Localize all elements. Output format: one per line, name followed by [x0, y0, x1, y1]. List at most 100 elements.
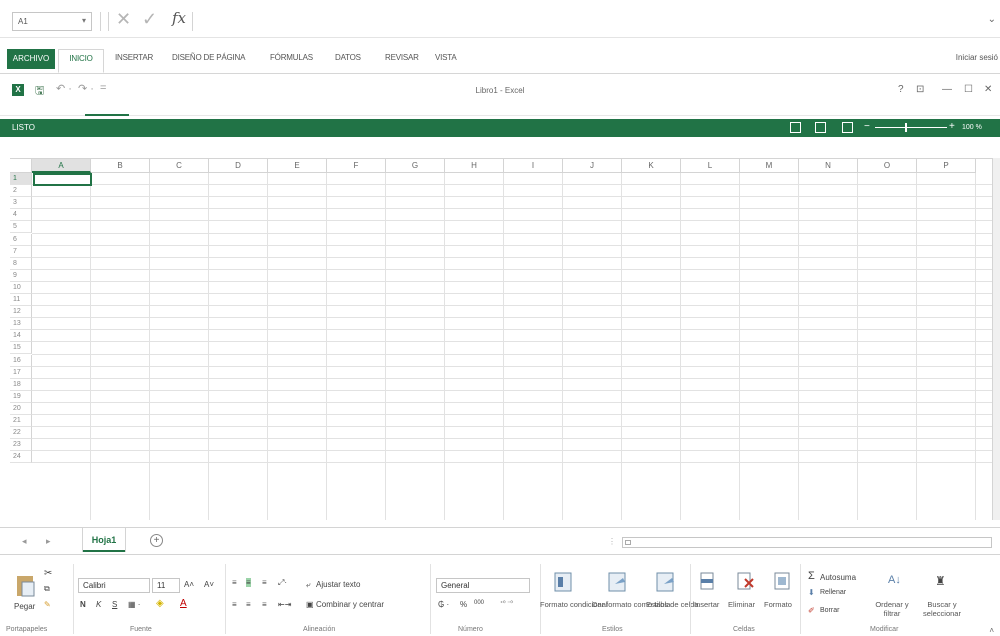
zoom-slider-thumb[interactable]	[905, 123, 907, 132]
wrap-text-icon[interactable]: ⤶	[306, 580, 310, 590]
row-header[interactable]: 10	[10, 281, 32, 294]
thousands-separator-button[interactable]: 000	[474, 600, 484, 606]
fill-button[interactable]: Rellenar	[820, 589, 846, 596]
row-header[interactable]: 19	[10, 390, 32, 403]
merge-icon[interactable]: ▣	[306, 600, 314, 609]
format-cells-icon[interactable]	[772, 570, 792, 594]
select-all-corner[interactable]	[10, 159, 32, 173]
align-right-icon[interactable]: ≡	[262, 600, 267, 609]
page-layout-view-icon[interactable]	[815, 122, 826, 133]
tab-revisar[interactable]: REVISAR	[385, 53, 419, 62]
row-header[interactable]: 4	[10, 209, 32, 222]
insert-cells-icon[interactable]	[698, 570, 718, 594]
row-header[interactable]: 13	[10, 318, 32, 331]
table-format-icon[interactable]	[607, 570, 629, 594]
column-header[interactable]: C	[150, 159, 209, 173]
bold-button[interactable]: N	[80, 600, 86, 609]
format-button[interactable]: Formato	[764, 600, 792, 609]
ribbon-display-options-icon[interactable]: ⊡	[916, 84, 924, 95]
row-header[interactable]: 8	[10, 257, 32, 270]
row-header[interactable]: 2	[10, 185, 32, 198]
orientation-icon[interactable]: ⤢·	[278, 578, 287, 588]
row-header[interactable]: 11	[10, 294, 32, 307]
add-sheet-icon[interactable]: +	[150, 534, 163, 547]
autosum-button[interactable]: Autosuma	[820, 573, 856, 582]
maximize-icon[interactable]: ☐	[964, 84, 973, 95]
sort-filter-button[interactable]: Ordenar y filtrar	[872, 600, 912, 618]
table-format-button[interactable]: Dar formato como tabla	[592, 600, 670, 609]
column-header[interactable]: O	[858, 159, 917, 173]
page-break-view-icon[interactable]	[842, 122, 853, 133]
italic-button[interactable]: K	[96, 600, 101, 609]
font-name-select[interactable]: Calibri	[78, 578, 150, 593]
fill-color-icon[interactable]: ◈	[156, 598, 164, 609]
font-size-select[interactable]: 11	[152, 578, 180, 593]
clear-icon[interactable]: ✐	[808, 606, 815, 615]
conditional-format-button[interactable]: Formato condicional	[540, 600, 608, 609]
row-header[interactable]: 1	[10, 173, 32, 186]
row-header[interactable]: 24	[10, 451, 32, 464]
find-select-icon[interactable]: ♜	[935, 574, 946, 588]
row-header[interactable]: 15	[10, 342, 32, 355]
column-header[interactable]: N	[799, 159, 858, 173]
expand-formula-bar-icon[interactable]: ⌄	[988, 14, 996, 25]
vertical-scrollbar[interactable]	[992, 158, 1000, 520]
column-header[interactable]: D	[209, 159, 268, 173]
delete-button[interactable]: Eliminar	[728, 600, 755, 609]
column-header[interactable]: I	[504, 159, 563, 173]
row-header[interactable]: 23	[10, 439, 32, 452]
column-header[interactable]: H	[445, 159, 504, 173]
row-header[interactable]: 18	[10, 378, 32, 391]
decimal-icon[interactable]: ⁺⁰ ⁻⁰	[500, 600, 513, 607]
insert-button[interactable]: Insertar	[694, 600, 719, 609]
column-header[interactable]: P	[917, 159, 976, 173]
column-header[interactable]: E	[268, 159, 327, 173]
grow-font-icon[interactable]: A˄	[184, 580, 194, 589]
number-format-select[interactable]: General	[436, 578, 530, 593]
row-header[interactable]: 6	[10, 233, 32, 246]
column-header[interactable]: A	[32, 159, 91, 173]
clear-button[interactable]: Borrar	[820, 607, 839, 614]
shrink-font-icon[interactable]: A˅	[204, 580, 214, 589]
row-header[interactable]: 16	[10, 354, 32, 367]
cancel-icon[interactable]: ✕	[116, 9, 131, 30]
column-header[interactable]: G	[386, 159, 445, 173]
conditional-format-icon[interactable]	[553, 570, 575, 594]
tab-diseno-de-pagina[interactable]: DISEÑO DE PÁGINA	[172, 53, 245, 62]
name-box[interactable]: A1 ▾	[12, 12, 92, 31]
enter-icon[interactable]: ✓	[142, 9, 157, 30]
worksheet-grid[interactable]: A B C D E F G H I J K L M N O P 1 2 3 4 5 6 7 8 9 10 11 12 13 14 15 16 1…	[10, 158, 992, 520]
find-select-button[interactable]: Buscar y seleccionar	[918, 600, 966, 618]
format-painter-icon[interactable]: ✎	[44, 600, 51, 609]
row-header[interactable]: 3	[10, 197, 32, 210]
column-header[interactable]: F	[327, 159, 386, 173]
row-header[interactable]: 17	[10, 366, 32, 379]
sheet-tab-hoja1[interactable]: Hoja1	[83, 528, 125, 552]
cut-icon[interactable]: ✂	[44, 568, 52, 579]
chevron-down-icon[interactable]: ▾	[82, 16, 86, 25]
fill-icon[interactable]: ⬇	[808, 588, 815, 597]
tab-vista[interactable]: VISTA	[435, 53, 457, 62]
sort-filter-icon[interactable]: A↓	[888, 574, 901, 586]
prev-sheet-icon[interactable]: ◂	[22, 536, 27, 547]
tab-inicio[interactable]: INICIO	[58, 49, 104, 73]
formula-input[interactable]	[192, 12, 992, 31]
minimize-icon[interactable]: —	[942, 84, 952, 95]
column-header[interactable]: M	[740, 159, 799, 173]
delete-cells-icon[interactable]	[735, 570, 757, 594]
paste-button[interactable]: Pegar	[14, 602, 35, 611]
row-header[interactable]: 7	[10, 245, 32, 258]
horizontal-scrollbar[interactable]	[622, 537, 992, 548]
row-header[interactable]: 12	[10, 306, 32, 319]
column-header[interactable]: B	[91, 159, 150, 173]
indent-icon[interactable]: ⇤⇥	[278, 600, 291, 609]
align-center-icon[interactable]: ≡	[246, 600, 251, 609]
underline-button[interactable]: S	[112, 600, 117, 609]
close-icon[interactable]: ✕	[984, 84, 992, 95]
copy-icon[interactable]: ⧉	[44, 584, 50, 594]
align-middle-icon[interactable]: ≡	[246, 578, 251, 587]
insert-function-icon[interactable]: fx	[172, 9, 186, 27]
row-header[interactable]: 5	[10, 221, 32, 234]
next-sheet-icon[interactable]: ▸	[46, 536, 51, 547]
row-header[interactable]: 14	[10, 330, 32, 343]
